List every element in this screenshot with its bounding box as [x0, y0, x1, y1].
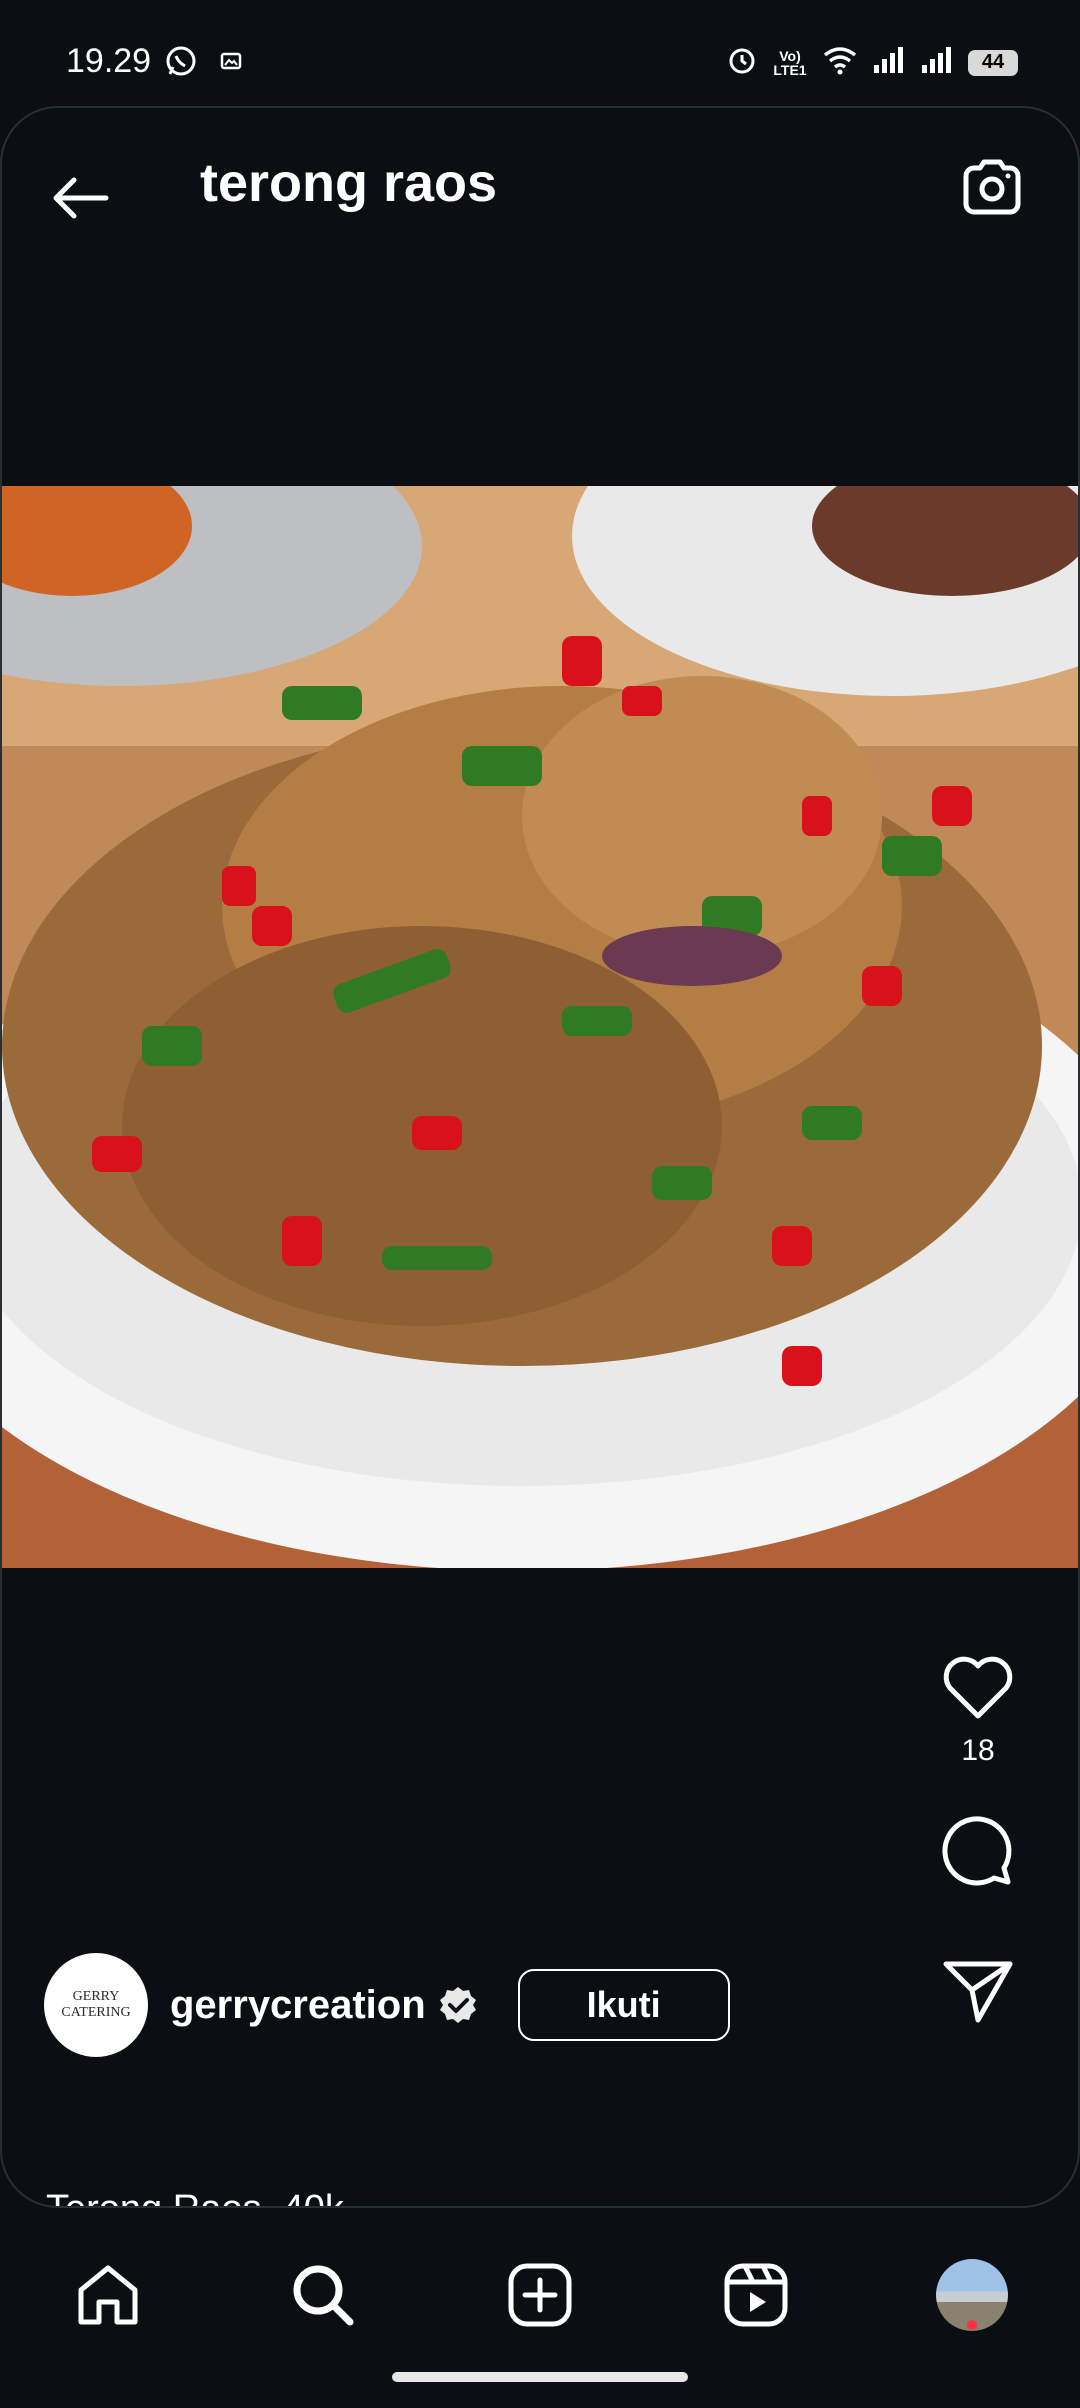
author-username[interactable]: gerrycreation: [170, 1983, 426, 2028]
follow-button[interactable]: Ikuti: [517, 1969, 730, 2041]
like-count: 18: [961, 1734, 995, 1767]
camera-icon: [963, 159, 1021, 215]
share-button[interactable]: [918, 1942, 1038, 2042]
header: terong raos: [2, 108, 1078, 268]
home-icon: [78, 2265, 138, 2325]
nav-create[interactable]: [495, 2250, 585, 2340]
status-left-icons: [164, 44, 242, 83]
reels-icon: [724, 2263, 788, 2327]
nav-home[interactable]: [63, 2250, 153, 2340]
whatsapp-icon: [164, 44, 198, 83]
post-caption: Terong Raos, 40k: [46, 2188, 344, 2206]
camera-button[interactable]: [954, 150, 1030, 226]
home-indicator[interactable]: [392, 2372, 688, 2382]
nav-reels[interactable]: [711, 2250, 801, 2340]
avatar-logo-text: GERRY CATERING: [61, 1989, 131, 2020]
volte-icon: Vo) LTE1: [773, 47, 807, 78]
notification-dot: [967, 2320, 977, 2330]
comment-button[interactable]: [918, 1802, 1038, 1902]
comment-icon: [942, 1816, 1012, 1886]
author-row: GERRY CATERING gerrycreation Ikuti: [44, 1950, 730, 2060]
status-right-icons: Vo) LTE1 44: [726, 44, 1018, 81]
status-bar: 19.29 Vo) LTE1 44: [0, 0, 1080, 100]
back-button[interactable]: [42, 160, 118, 236]
side-actions: 18: [918, 1638, 1038, 2042]
search-icon: [293, 2265, 354, 2326]
author-avatar[interactable]: GERRY CATERING: [44, 1953, 148, 2057]
create-icon: [508, 2263, 572, 2327]
heart-icon: [943, 1656, 1013, 1719]
post-card: terong raos 18 GERRY CATERING gerrycreat…: [0, 106, 1080, 2208]
arrow-left-icon: [53, 177, 109, 219]
page-title: terong raos: [200, 153, 498, 213]
signal-icon: [920, 45, 954, 80]
wifi-icon: [822, 45, 858, 80]
gallery-notification-icon: [220, 50, 242, 77]
like-button[interactable]: [918, 1638, 1038, 1738]
alarm-icon: [726, 44, 758, 81]
signal-icon: [872, 45, 906, 80]
status-time: 19.29: [66, 42, 152, 80]
verified-badge-icon: [438, 1985, 478, 2025]
nav-search[interactable]: [278, 2250, 368, 2340]
battery-indicator: 44: [968, 49, 1018, 76]
send-icon: [943, 1961, 1013, 2023]
post-image[interactable]: [2, 486, 1078, 1568]
